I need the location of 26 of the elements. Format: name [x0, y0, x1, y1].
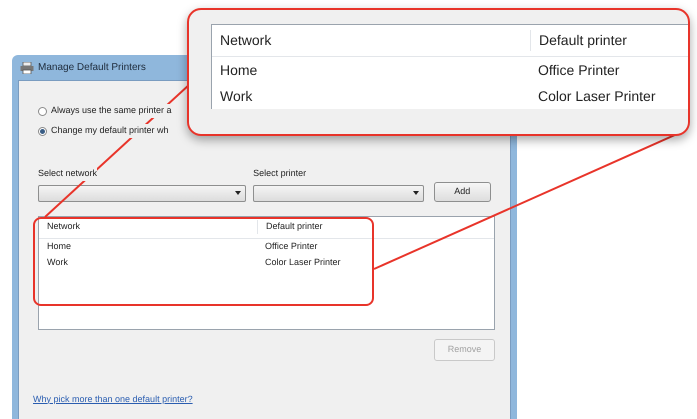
table-cell-text: Work	[46, 256, 69, 269]
radio-label: Change my default printer wh	[51, 124, 169, 138]
radio-button[interactable]	[38, 126, 47, 136]
dropdown[interactable]	[253, 184, 424, 202]
table-cell-text: Home	[46, 240, 72, 253]
dropdown-arrow-icon	[235, 191, 242, 195]
table-cell-text: Office Printer	[537, 60, 620, 80]
help-link[interactable]: Why pick more than one default printer?	[33, 392, 491, 406]
column-header[interactable]: Default printer	[257, 220, 323, 234]
dropdown[interactable]	[38, 184, 246, 202]
printer-icon	[20, 62, 34, 74]
table-cell-text: Color Laser Printer	[537, 86, 656, 106]
table-cell-text: Work	[219, 86, 254, 106]
field-label: Select printer	[253, 167, 308, 180]
field-label: Select network	[38, 167, 98, 180]
table-cell-text: Office Printer	[264, 240, 318, 253]
radio-button[interactable]	[38, 106, 47, 116]
table-cell-text: Color Laser Printer	[264, 256, 341, 269]
add-button[interactable]: Add	[434, 182, 491, 202]
table-cell-text: Home	[219, 60, 258, 80]
column-header[interactable]: Default printer	[530, 30, 627, 51]
dropdown-arrow-icon	[412, 191, 418, 195]
column-header[interactable]: Network	[212, 30, 530, 51]
column-header[interactable]: Network	[39, 220, 257, 234]
window-title: Manage Default Printers	[38, 61, 146, 75]
radio-label: Always use the same printer a	[51, 104, 172, 118]
